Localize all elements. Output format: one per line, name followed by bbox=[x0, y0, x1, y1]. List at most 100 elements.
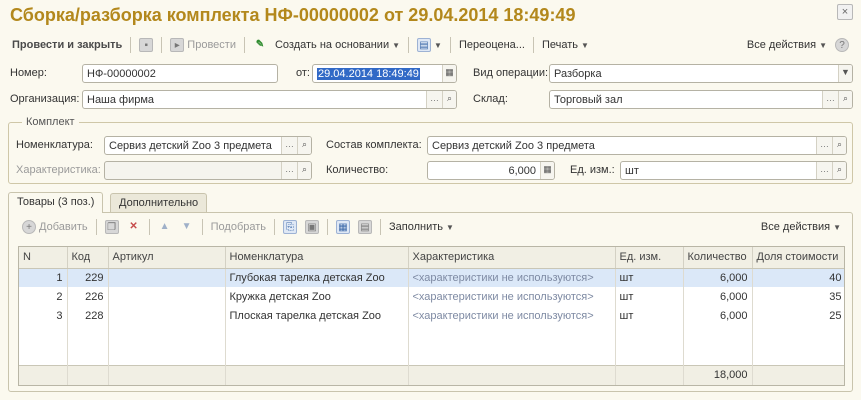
save-button[interactable]: ▪ bbox=[135, 38, 157, 52]
column-header[interactable]: Доля стоимости bbox=[752, 247, 844, 269]
table-row[interactable]: 2 226 Кружка детская Zoo <характеристики… bbox=[19, 287, 844, 306]
paste-icon: ▣ bbox=[305, 220, 320, 234]
pick-button[interactable]: Подобрать bbox=[207, 221, 270, 233]
kit-composition-field[interactable]: Сервиз детский Zoo 3 предмета … ⌕ bbox=[427, 136, 847, 155]
select-dots-icon[interactable]: … bbox=[816, 162, 832, 179]
column-header[interactable]: Ед. изм. bbox=[615, 247, 684, 269]
close-icon[interactable]: × bbox=[837, 4, 853, 20]
kit-nomenclature-value: Сервиз детский Zoo 3 предмета bbox=[109, 139, 272, 152]
tab-goods[interactable]: Товары (3 поз.) bbox=[8, 192, 104, 213]
print-button[interactable]: Печать ▼ bbox=[538, 39, 593, 51]
row-characteristic: <характеристики не используются> bbox=[408, 268, 616, 287]
select-dots-icon[interactable]: … bbox=[822, 91, 838, 108]
toolbar-separator bbox=[130, 37, 132, 53]
calculator-icon[interactable]: ▦ bbox=[540, 162, 554, 179]
row-number: 2 bbox=[19, 287, 68, 306]
chevron-down-icon: ▼ bbox=[833, 222, 841, 232]
create-based-on-button[interactable]: Создать на основании ▼ bbox=[271, 39, 404, 51]
organization-field[interactable]: Наша фирма … ⌕ bbox=[82, 90, 457, 109]
all-actions-button[interactable]: Все действия ▼ bbox=[743, 39, 831, 51]
post-button[interactable]: ▸ Провести bbox=[166, 38, 240, 52]
select-dots-icon[interactable]: … bbox=[281, 137, 297, 154]
help-button[interactable]: ? bbox=[831, 38, 853, 52]
search-icon[interactable]: ⌕ bbox=[442, 91, 456, 108]
fill-button[interactable]: Заполнить ▼ bbox=[385, 221, 458, 233]
paste-rows-button[interactable]: ▣ bbox=[301, 220, 323, 234]
copy-rows-button[interactable]: ⎘ bbox=[279, 220, 301, 234]
kit-characteristic-field[interactable]: … ⌕ bbox=[104, 161, 312, 180]
total-quantity: 18,000 bbox=[683, 364, 753, 385]
copy-row-button[interactable]: ❐ bbox=[101, 220, 123, 234]
operation-label: Вид операции: bbox=[473, 67, 549, 79]
toolbar-separator bbox=[161, 37, 163, 53]
warehouse-label: Склад: bbox=[473, 93, 508, 105]
kit-composition-label: Состав комплекта: bbox=[326, 139, 422, 151]
toolbar-separator bbox=[449, 37, 451, 53]
select-dots-icon[interactable]: … bbox=[281, 162, 297, 179]
column-header[interactable]: Номенклатура bbox=[225, 247, 409, 269]
chevron-down-icon[interactable]: ▼ bbox=[838, 65, 852, 82]
kit-quantity-field[interactable]: 6,000 ▦ bbox=[427, 161, 555, 180]
clipboard-button[interactable]: ▤ bbox=[354, 220, 376, 234]
tab-additional[interactable]: Дополнительно bbox=[110, 193, 208, 212]
table-row[interactable]: 3 228 Плоская тарелка детская Zoo <харак… bbox=[19, 306, 844, 325]
chevron-down-icon: ▼ bbox=[392, 40, 401, 50]
kit-composition-value: Сервиз детский Zoo 3 предмета bbox=[432, 139, 595, 152]
row-article bbox=[108, 306, 226, 325]
movements-icon: ✎ bbox=[255, 39, 265, 50]
kit-unit-field[interactable]: шт … ⌕ bbox=[620, 161, 847, 180]
row-quantity: 6,000 bbox=[683, 268, 753, 287]
date-field[interactable]: 29.04.2014 18:49:49 ▦ bbox=[312, 64, 457, 83]
structure-button[interactable]: ▦ bbox=[332, 220, 354, 234]
add-icon: + bbox=[22, 220, 36, 234]
select-dots-icon[interactable]: … bbox=[426, 91, 442, 108]
search-icon[interactable]: ⌕ bbox=[297, 162, 311, 179]
table-all-actions-button[interactable]: Все действия ▼ bbox=[757, 221, 845, 233]
column-header[interactable]: Артикул bbox=[108, 247, 226, 269]
structure-icon: ▦ bbox=[336, 220, 351, 234]
operation-select[interactable]: Разборка ▼ bbox=[549, 64, 853, 83]
calendar-icon[interactable]: ▦ bbox=[442, 65, 456, 82]
search-icon[interactable]: ⌕ bbox=[838, 91, 852, 108]
related-docs-button[interactable]: ▤ ▼ bbox=[413, 38, 446, 52]
kit-characteristic-label: Характеристика: bbox=[16, 164, 101, 176]
kit-nomenclature-field[interactable]: Сервиз детский Zoo 3 предмета … ⌕ bbox=[104, 136, 312, 155]
move-down-button[interactable]: ▼ bbox=[176, 220, 198, 234]
column-header[interactable]: Характеристика bbox=[408, 247, 616, 269]
search-icon[interactable]: ⌕ bbox=[832, 162, 846, 179]
kit-nomenclature-label: Номенклатура: bbox=[16, 139, 93, 151]
row-cost-share: 40 bbox=[752, 268, 844, 287]
movements-button[interactable]: ✎ bbox=[249, 38, 271, 52]
column-header[interactable]: Количество bbox=[683, 247, 753, 269]
search-icon[interactable]: ⌕ bbox=[832, 137, 846, 154]
organization-value: Наша фирма bbox=[87, 93, 155, 106]
number-field[interactable]: НФ-00000002 bbox=[82, 64, 278, 83]
add-row-button[interactable]: + Добавить bbox=[18, 220, 92, 234]
toolbar-separator bbox=[408, 37, 410, 53]
empty-row bbox=[19, 325, 844, 365]
column-header[interactable]: N bbox=[19, 247, 68, 269]
row-unit: шт bbox=[615, 306, 684, 325]
date-label: от: bbox=[296, 67, 310, 79]
revaluation-button[interactable]: Переоцена... bbox=[455, 39, 529, 51]
table-header-row: N Код Артикул Номенклатура Характеристик… bbox=[19, 247, 844, 269]
row-code: 229 bbox=[67, 268, 109, 287]
print-button-label: Печать bbox=[541, 39, 579, 51]
delete-icon: ✕ bbox=[129, 221, 138, 232]
column-header[interactable]: Код bbox=[67, 247, 109, 269]
row-unit: шт bbox=[615, 268, 684, 287]
chevron-down-icon: ▼ bbox=[434, 40, 442, 50]
row-characteristic: <характеристики не используются> bbox=[408, 287, 616, 306]
warehouse-field[interactable]: Торговый зал … ⌕ bbox=[549, 90, 853, 109]
table-row[interactable]: 1 229 Глубокая тарелка детская Zoo <хара… bbox=[19, 268, 844, 287]
row-number: 3 bbox=[19, 306, 68, 325]
search-icon[interactable]: ⌕ bbox=[297, 137, 311, 154]
toolbar-separator bbox=[243, 37, 245, 53]
post-and-close-button[interactable]: Провести и закрыть bbox=[8, 39, 126, 51]
select-dots-icon[interactable]: … bbox=[816, 137, 832, 154]
fill-label: Заполнить bbox=[389, 221, 444, 233]
move-up-button[interactable]: ▲ bbox=[154, 220, 176, 234]
delete-row-button[interactable]: ✕ bbox=[123, 220, 145, 234]
row-nomenclature: Плоская тарелка детская Zoo bbox=[225, 306, 409, 325]
kit-unit-label: Ед. изм.: bbox=[570, 164, 615, 176]
